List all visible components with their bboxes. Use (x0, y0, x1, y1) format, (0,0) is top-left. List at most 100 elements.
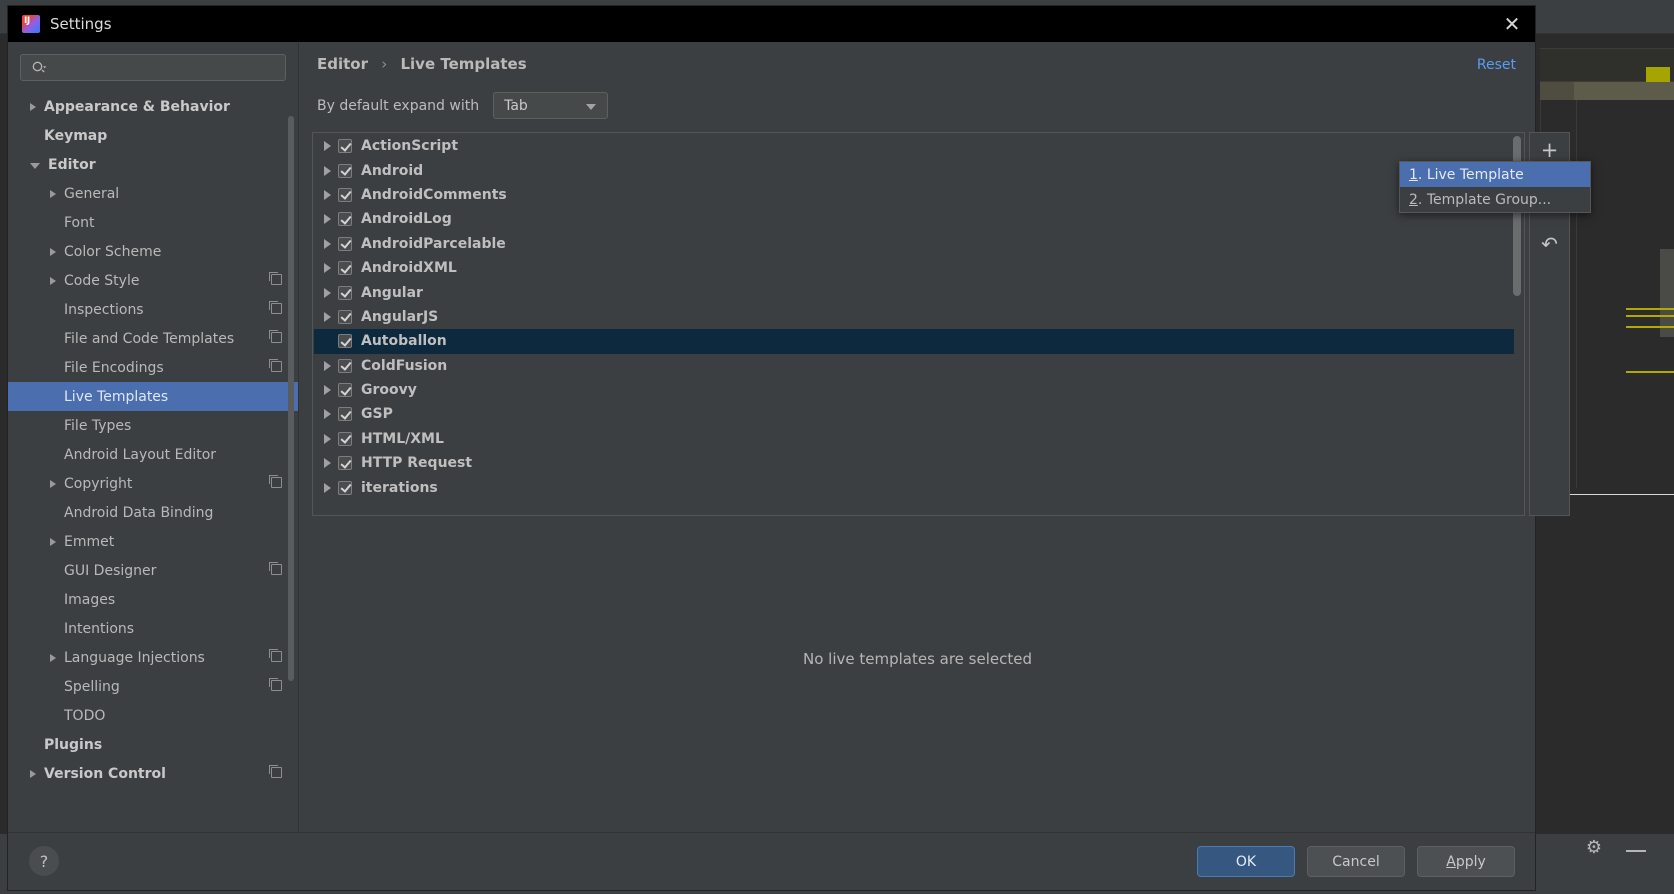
chevron-right-icon[interactable] (324, 214, 331, 225)
sidebar-item-general[interactable]: General (8, 179, 298, 208)
chevron-right-icon[interactable] (324, 409, 331, 420)
chevron-right-icon[interactable] (324, 311, 331, 322)
sidebar-item-inspections[interactable]: Inspections (8, 295, 298, 324)
template-group-checkbox[interactable] (338, 212, 352, 227)
revert-button[interactable]: ↶ (1530, 227, 1569, 261)
copy-settings-icon[interactable] (269, 330, 282, 343)
copy-settings-icon[interactable] (269, 765, 282, 778)
template-group-checkbox[interactable] (338, 407, 352, 422)
close-icon[interactable]: ✕ (1489, 6, 1535, 42)
template-group-row[interactable]: Groovy (314, 378, 1514, 402)
gear-icon[interactable]: ⚙ (1586, 837, 1602, 858)
popup-menu-item[interactable]: 1. Live Template (1400, 162, 1590, 187)
template-group-checkbox[interactable] (338, 480, 352, 495)
template-group-row[interactable]: ColdFusion (314, 354, 1514, 378)
template-rows[interactable]: ActionScript Android AndroidComments Androi… (314, 134, 1514, 514)
chevron-right-icon[interactable] (324, 385, 331, 396)
template-group-row[interactable]: AndroidParcelable (314, 232, 1514, 256)
sidebar-item-android-layout-editor[interactable]: Android Layout Editor (8, 440, 298, 469)
sidebar-item-live-templates[interactable]: Live Templates (8, 382, 298, 411)
sidebar-item-appearance-behavior[interactable]: Appearance & Behavior (8, 92, 298, 121)
sidebar-item-android-data-binding[interactable]: Android Data Binding (8, 498, 298, 527)
template-group-row[interactable]: AndroidComments (314, 183, 1514, 207)
chevron-right-icon[interactable] (324, 238, 331, 249)
sidebar-item-gui-designer[interactable]: GUI Designer (8, 556, 298, 585)
sidebar-item-editor[interactable]: Editor (8, 150, 298, 179)
sidebar-item-todo[interactable]: TODO (8, 701, 298, 730)
reset-link[interactable]: Reset (1477, 57, 1516, 73)
breadcrumb-parent[interactable]: Editor (317, 55, 368, 73)
template-group-row[interactable]: HTTP Request (314, 451, 1514, 475)
copy-settings-icon[interactable] (269, 272, 282, 285)
add-template-popup-menu[interactable]: 1. Live Template 2. Template Group... (1399, 161, 1591, 213)
chevron-right-icon[interactable] (324, 433, 331, 444)
chevron-right-icon[interactable] (324, 482, 331, 493)
copy-settings-icon[interactable] (269, 359, 282, 372)
chevron-right-icon[interactable] (324, 263, 331, 274)
chevron-right-icon[interactable] (324, 165, 331, 176)
sidebar-item-language-injections[interactable]: Language Injections (8, 643, 298, 672)
chevron-right-icon[interactable] (324, 458, 331, 469)
template-group-row[interactable]: HTML/XML (314, 427, 1514, 451)
sidebar-item-spelling[interactable]: Spelling (8, 672, 298, 701)
sidebar-item-emmet[interactable]: Emmet (8, 527, 298, 556)
sidebar-item-font[interactable]: Font (8, 208, 298, 237)
chevron-right-icon[interactable] (324, 287, 331, 298)
sidebar-scrollbar[interactable] (288, 116, 294, 681)
template-group-checkbox[interactable] (338, 163, 352, 178)
chevron-right-icon[interactable] (324, 141, 331, 152)
sidebar-item-intentions[interactable]: Intentions (8, 614, 298, 643)
chevron-down-icon[interactable] (30, 163, 40, 169)
cancel-button[interactable]: Cancel (1307, 846, 1405, 877)
chevron-right-icon[interactable] (324, 189, 331, 200)
sidebar-item-version-control[interactable]: Version Control (8, 759, 298, 788)
list-scrollbar-thumb[interactable] (1513, 136, 1521, 296)
template-group-checkbox[interactable] (338, 236, 352, 251)
chevron-right-icon[interactable] (30, 102, 36, 111)
template-group-row[interactable]: Angular (314, 280, 1514, 304)
settings-tree[interactable]: Appearance & Behavior Keymap Editor General… (8, 92, 298, 832)
sidebar-item-file-types[interactable]: File Types (8, 411, 298, 440)
search-input[interactable] (20, 54, 286, 81)
copy-settings-icon[interactable] (269, 649, 282, 662)
template-group-row[interactable]: Autoballon (314, 329, 1514, 354)
chevron-right-icon[interactable] (30, 769, 36, 778)
template-group-row[interactable]: Android (314, 158, 1514, 182)
ide-scrollbar-thumb[interactable] (1660, 249, 1674, 337)
sidebar-item-keymap[interactable]: Keymap (8, 121, 298, 150)
chevron-right-icon[interactable] (50, 479, 56, 488)
sidebar-item-plugins[interactable]: Plugins (8, 730, 298, 759)
help-icon[interactable]: ? (29, 846, 59, 876)
template-group-checkbox[interactable] (338, 285, 352, 300)
expand-with-select[interactable]: Tab (493, 92, 609, 119)
template-group-row[interactable]: AngularJS (314, 305, 1514, 329)
copy-settings-icon[interactable] (269, 678, 282, 691)
chevron-right-icon[interactable] (50, 537, 56, 546)
template-group-row[interactable]: ActionScript (314, 134, 1514, 158)
sidebar-item-file-and-code-templates[interactable]: File and Code Templates (8, 324, 298, 353)
chevron-right-icon[interactable] (50, 189, 56, 198)
apply-button[interactable]: Apply (1417, 846, 1515, 877)
sidebar-item-color-scheme[interactable]: Color Scheme (8, 237, 298, 266)
template-group-row[interactable]: AndroidLog (314, 207, 1514, 231)
template-group-row[interactable]: AndroidXML (314, 256, 1514, 280)
template-group-row[interactable]: iterations (314, 475, 1514, 499)
template-group-row[interactable]: GSP (314, 402, 1514, 426)
template-group-checkbox[interactable] (338, 431, 352, 446)
chevron-right-icon[interactable] (324, 360, 331, 371)
template-groups-list[interactable]: ActionScript Android AndroidComments Androi… (312, 132, 1525, 516)
template-group-checkbox[interactable] (338, 456, 352, 471)
sidebar-item-code-style[interactable]: Code Style (8, 266, 298, 295)
sidebar-item-images[interactable]: Images (8, 585, 298, 614)
template-group-checkbox[interactable] (338, 187, 352, 202)
sidebar-item-copyright[interactable]: Copyright (8, 469, 298, 498)
copy-settings-icon[interactable] (269, 562, 282, 575)
minimize-icon[interactable] (1626, 850, 1646, 852)
popup-menu-item[interactable]: 2. Template Group... (1400, 187, 1590, 212)
sidebar-item-file-encodings[interactable]: File Encodings (8, 353, 298, 382)
chevron-right-icon[interactable] (50, 247, 56, 256)
template-group-checkbox[interactable] (338, 139, 352, 154)
copy-settings-icon[interactable] (269, 475, 282, 488)
copy-settings-icon[interactable] (269, 301, 282, 314)
chevron-right-icon[interactable] (50, 653, 56, 662)
